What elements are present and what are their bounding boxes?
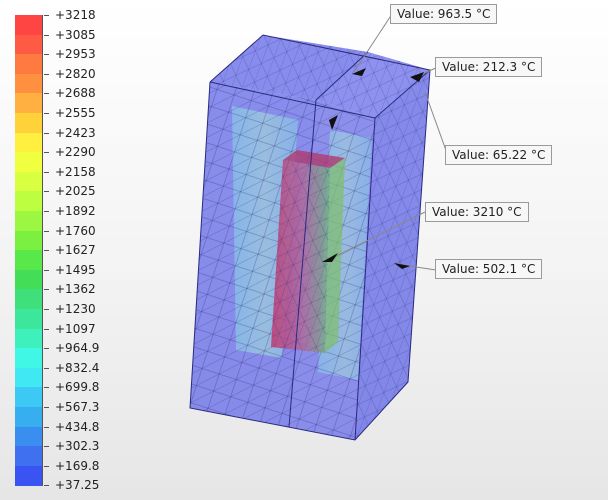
heated-core [271, 150, 345, 353]
probe-label-2: Value: 212.3 °C [435, 57, 543, 77]
probe-label-1: Value: 963.5 °C [390, 4, 498, 24]
probe-label-3: Value: 65.22 °C [445, 145, 553, 165]
probe-label-5: Value: 502.1 °C [435, 259, 543, 279]
probe-label-4: Value: 3210 °C [425, 202, 529, 222]
